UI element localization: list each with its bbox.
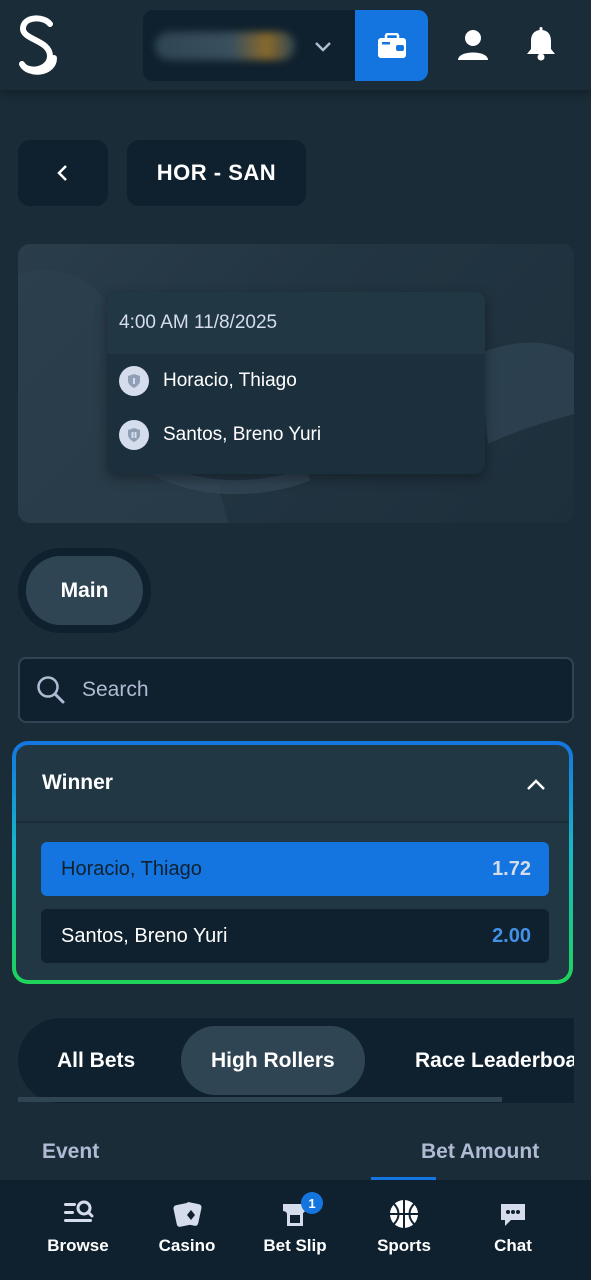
nav-browse[interactable]: Browse [28, 1180, 128, 1280]
chevron-left-icon [57, 165, 67, 181]
nav-sports[interactable]: Sports [354, 1180, 454, 1280]
search-input[interactable] [82, 678, 522, 702]
outcome-button[interactable]: Horacio, Thiago 1.72 [41, 842, 549, 896]
wallet-balance-selector[interactable] [143, 10, 355, 81]
bottom-navigation: Browse Casino 1 Bet Slip Sports Chat [0, 1180, 591, 1280]
search-icon [37, 676, 65, 704]
outcome-button[interactable]: Santos, Breno Yuri 2.00 [41, 909, 549, 963]
tab-all-bets[interactable]: All Bets [57, 1026, 135, 1095]
tabs-scrollbar[interactable] [18, 1097, 502, 1102]
column-header-event: Event [42, 1140, 100, 1163]
nav-label: Casino [158, 1236, 216, 1255]
nav-casino[interactable]: Casino [137, 1180, 237, 1280]
nav-chat[interactable]: Chat [463, 1180, 563, 1280]
competitor-row: Santos, Breno Yuri [107, 408, 485, 462]
nav-label: Browse [47, 1236, 109, 1255]
event-info-card: 4:00 AM 11/8/2025 Horacio, Thiago Santos… [107, 292, 485, 474]
shield-icon [119, 420, 149, 450]
bets-tabs: All Bets High Rollers Race Leaderboard [18, 1018, 574, 1103]
market-card-winner: Winner Horacio, Thiago 1.72 Santos, Bren… [16, 745, 569, 980]
browse-icon [64, 1200, 94, 1222]
nav-label: Chat [494, 1236, 532, 1255]
market-card-highlight: Winner Horacio, Thiago 1.72 Santos, Bren… [12, 741, 573, 984]
top-header [0, 0, 591, 90]
bell-icon[interactable] [523, 26, 559, 62]
user-icon[interactable] [456, 28, 490, 62]
competitor-name: Horacio, Thiago [163, 370, 297, 391]
nav-label: Sports [377, 1236, 431, 1255]
outcome-odds: 2.00 [492, 924, 531, 947]
competitor-name: Santos, Breno Yuri [163, 424, 322, 445]
nav-bet-slip[interactable]: 1 Bet Slip [245, 1180, 345, 1280]
chevron-up-icon[interactable] [525, 774, 547, 796]
wallet-button[interactable] [355, 10, 428, 81]
outcome-name: Horacio, Thiago [61, 857, 202, 880]
outcome-odds: 1.72 [492, 857, 531, 880]
chevron-down-icon [315, 42, 331, 52]
tab-race-leaderboard[interactable]: Race Leaderboard [415, 1026, 574, 1095]
outcome-name: Santos, Breno Yuri [61, 924, 228, 947]
event-datetime: 4:00 AM 11/8/2025 [107, 292, 485, 354]
chat-icon [501, 1204, 525, 1226]
back-button[interactable] [18, 140, 108, 206]
shield-icon [119, 366, 149, 396]
event-title: HOR - SAN [127, 140, 306, 206]
competitor-row: Horacio, Thiago [107, 354, 485, 408]
tab-high-rollers[interactable]: High Rollers [181, 1026, 365, 1095]
basketball-icon [390, 1200, 418, 1228]
nav-label: Bet Slip [263, 1236, 327, 1255]
tab-main[interactable]: Main [26, 556, 143, 625]
market-header[interactable]: Winner [16, 745, 569, 823]
market-group-tabs: Main [18, 548, 151, 633]
stake-logo-icon[interactable] [14, 14, 62, 76]
search-box[interactable] [18, 657, 574, 723]
column-header-bet-amount: Bet Amount [421, 1140, 540, 1163]
wallet-icon [377, 32, 406, 58]
bet-slip-count-badge: 1 [301, 1192, 323, 1214]
hidden-balance [155, 32, 295, 60]
market-title: Winner [42, 771, 113, 794]
casino-cards-icon [173, 1202, 202, 1227]
bet-slip-icon: 1 [279, 1192, 323, 1230]
